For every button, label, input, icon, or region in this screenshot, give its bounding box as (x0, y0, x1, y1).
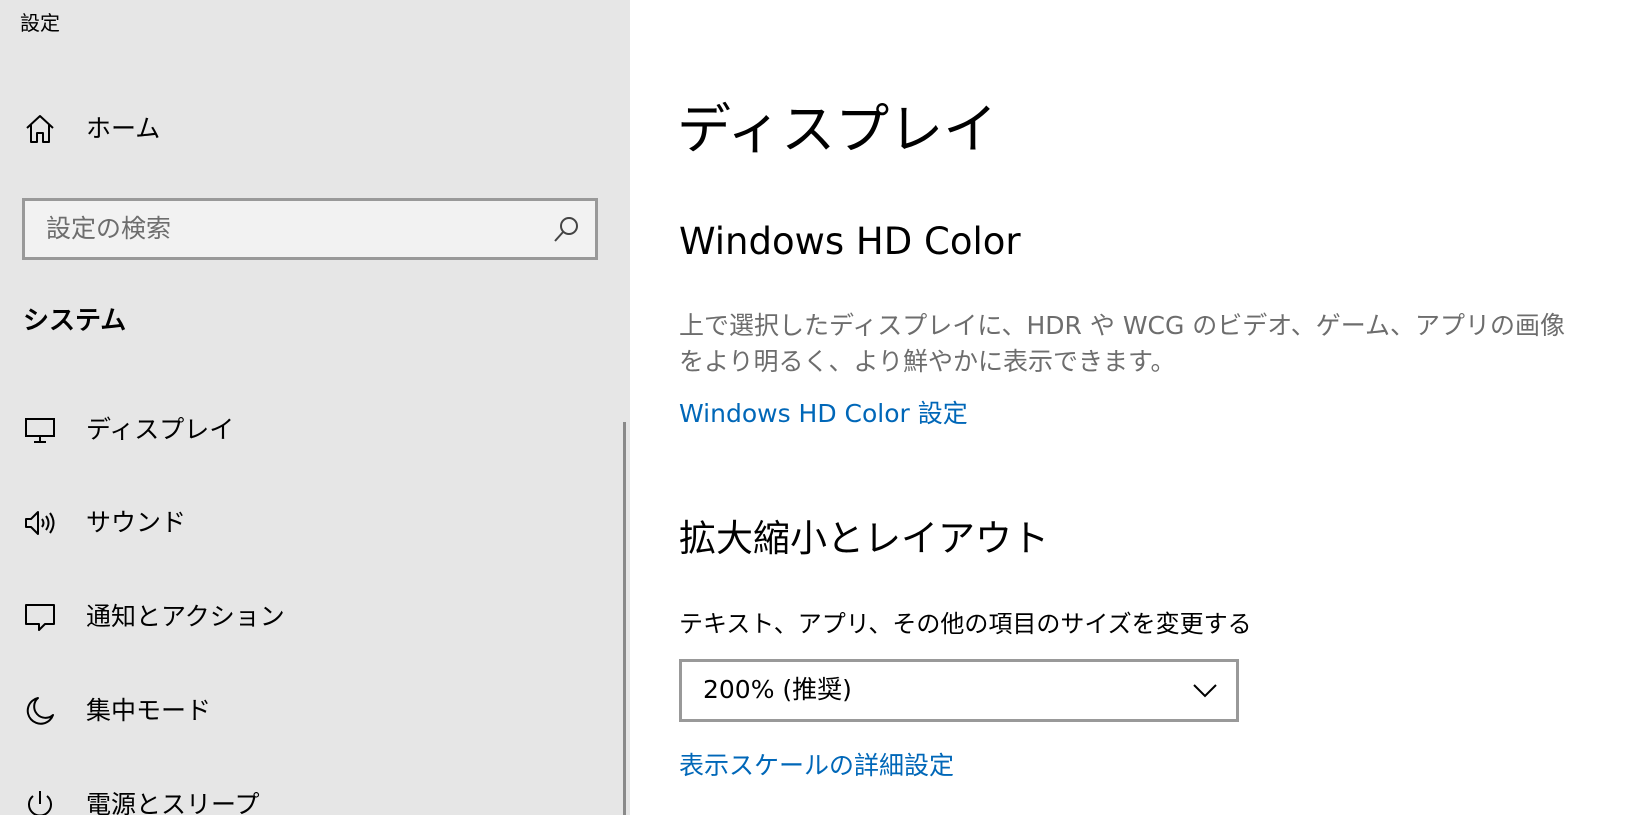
sidebar-item-label: 集中モード (86, 696, 212, 725)
search-icon[interactable] (551, 215, 581, 245)
sidebar-item-focus-assist[interactable]: 集中モード (0, 681, 620, 741)
sidebar-item-home[interactable]: ホーム (0, 108, 630, 158)
hdr-settings-link[interactable]: Windows HD Color 設定 (679, 397, 968, 431)
notification-icon (23, 600, 57, 634)
sidebar-item-display[interactable]: ディスプレイ (0, 400, 620, 460)
sidebar-item-power-sleep[interactable]: 電源とスリープ (0, 775, 620, 815)
page-title: ディスプレイ (677, 98, 998, 161)
sidebar-scrollbar[interactable] (623, 422, 626, 815)
app-title: 設定 (20, 11, 60, 35)
sidebar-item-label: ホーム (86, 114, 161, 143)
sidebar: 設定 ホーム 設定の検索 システム ディスプレイ サウンド 通知とアクション 集… (0, 0, 630, 815)
hdr-description: 上で選択したディスプレイに、HDR や WCG のビデオ、ゲーム、アプリの画像を… (679, 311, 1566, 376)
sidebar-item-label: ディスプレイ (86, 415, 235, 444)
search-placeholder: 設定の検索 (46, 214, 172, 243)
advanced-scaling-link[interactable]: 表示スケールの詳細設定 (679, 749, 954, 783)
moon-icon (23, 694, 57, 728)
power-icon (23, 788, 57, 815)
sidebar-item-label: 電源とスリープ (86, 790, 260, 815)
sidebar-item-label: 通知とアクション (86, 602, 285, 631)
sidebar-item-label: サウンド (86, 508, 187, 537)
speaker-icon (23, 506, 57, 540)
chevron-down-icon (1192, 680, 1218, 700)
section-header-system: システム (23, 306, 127, 336)
sidebar-item-notifications[interactable]: 通知とアクション (0, 587, 620, 647)
home-icon (23, 112, 57, 146)
main-content: ディスプレイ Windows HD Color 上で選択したディスプレイに、HD… (630, 0, 1651, 815)
sidebar-item-sound[interactable]: サウンド (0, 493, 620, 553)
monitor-icon (23, 413, 57, 447)
hdr-section-title: Windows HD Color (679, 220, 1021, 263)
scale-dropdown[interactable]: 200% (推奨) (679, 659, 1239, 722)
scale-dropdown-value: 200% (推奨) (703, 675, 852, 704)
scale-layout-title: 拡大縮小とレイアウト (679, 517, 1049, 560)
scale-dropdown-label: テキスト、アプリ、その他の項目のサイズを変更する (679, 610, 1252, 638)
search-input[interactable]: 設定の検索 (22, 198, 598, 260)
